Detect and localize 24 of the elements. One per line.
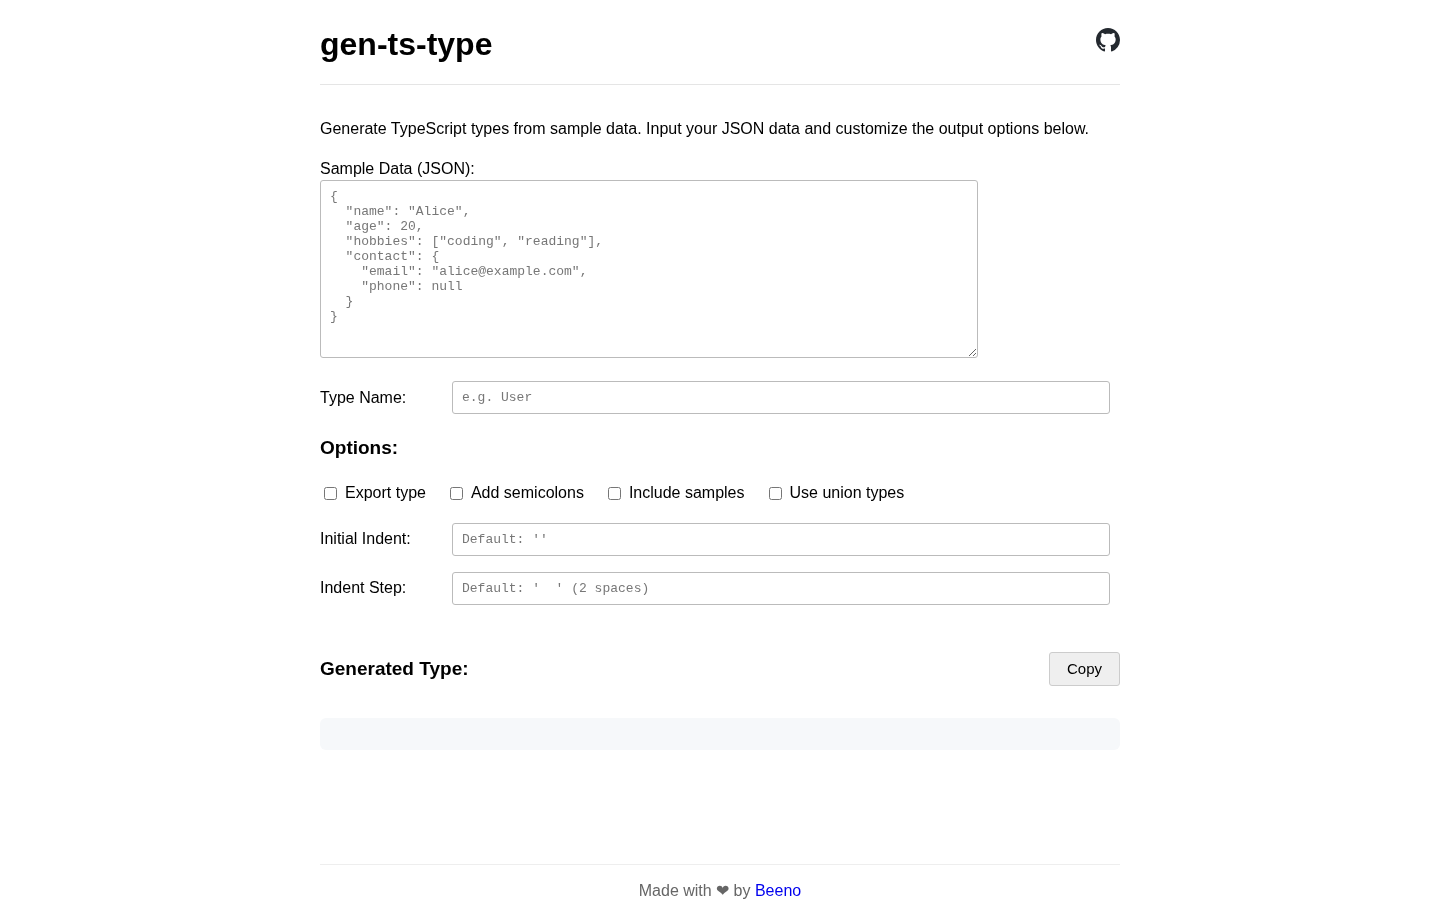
type-name-field[interactable]: e.g. User [452,381,1110,414]
indent-field[interactable]: Default: ' ' (2 spaces) [452,572,1110,605]
footer-text: Made with ❤ by Beeno [638,882,802,900]
json-input-field[interactable]: { "name": "Alice", "age": 20, "hobbies": ["coding", "reading"], "contact": { "email": "alice@example.com", "phone": null } } [320,180,978,358]
indent-field[interactable]: Default: '' [452,523,1110,556]
checkbox[interactable] [324,486,337,500]
checkbox[interactable] [607,486,621,500]
checkbox-label[interactable]: Include samples [628,481,745,505]
checkbox-label[interactable]: Use union types [789,481,905,505]
page-title: gen-ts-type [320,25,493,64]
checkbox-label[interactable]: Add semicolons [470,481,584,505]
author-link[interactable]: Beeno [754,882,802,899]
section-heading: Generated Type: [320,657,469,681]
field-label: Indent Step: [320,578,408,598]
field-label: Sample Data (JSON): [320,159,476,179]
section-heading: Options: [320,436,400,460]
checkbox[interactable] [768,486,782,500]
checkbox-label[interactable]: Export type [345,481,426,505]
github-icon[interactable] [1096,28,1120,52]
field-label: Initial Indent: [320,529,412,549]
description-text: Generate TypeScript types from sample data. Input your JSON data and customize the output options below. [320,119,1091,139]
field-label: Type Name: [320,387,408,408]
checkbox[interactable] [449,486,463,500]
copy-button[interactable]: Copy [1048,652,1120,686]
